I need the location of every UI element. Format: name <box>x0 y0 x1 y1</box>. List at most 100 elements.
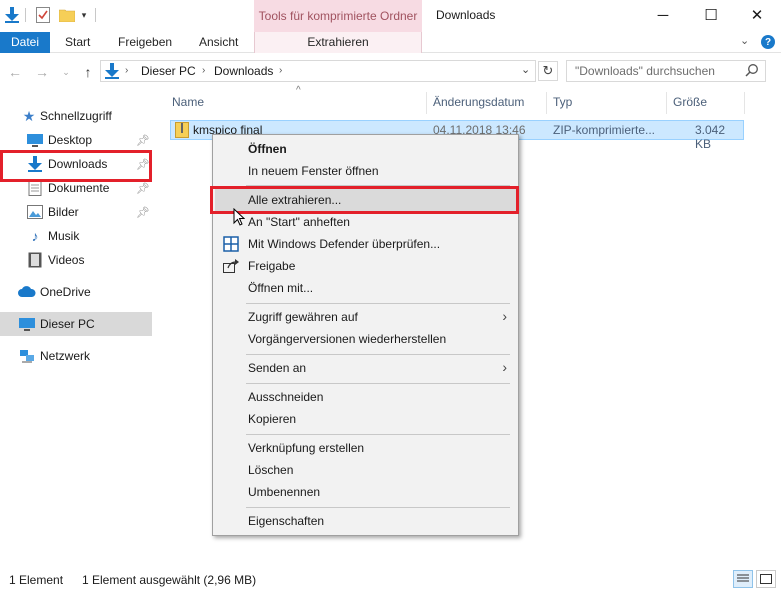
menu-item-grant-access[interactable]: Zugriff gewähren auf › <box>215 306 517 328</box>
chevron-right-icon: › <box>502 308 507 324</box>
forward-arrow-icon[interactable]: → <box>32 62 52 82</box>
star-icon: ★ <box>22 107 36 124</box>
desktop-icon <box>26 131 44 149</box>
status-selection: 1 Element ausgewählt (2,96 MB) <box>82 573 257 587</box>
tab-start[interactable]: Start <box>57 32 98 53</box>
sidebar-item-desktop[interactable]: Desktop 📌︎ <box>0 128 152 152</box>
column-separator[interactable] <box>426 92 427 114</box>
status-bar: 1 Element 1 Element ausgewählt (2,96 MB) <box>0 568 781 594</box>
properties-icon[interactable] <box>34 6 52 24</box>
search-input[interactable]: "Downloads" durchsuchen <box>566 60 766 82</box>
column-header-date[interactable]: Änderungsdatum <box>433 92 524 114</box>
minimize-button[interactable]: ─ <box>640 0 686 30</box>
tab-extrahieren[interactable]: Extrahieren <box>254 32 422 53</box>
menu-item-label: An "Start" anheften <box>248 215 350 229</box>
computer-icon <box>18 315 36 333</box>
details-view-icon[interactable] <box>733 570 753 588</box>
large-icons-view-icon[interactable] <box>756 570 776 588</box>
breadcrumb-dieser-pc[interactable]: Dieser PC <box>141 64 196 78</box>
download-arrow-icon[interactable] <box>4 6 20 24</box>
music-icon: ♪ <box>31 228 39 244</box>
title-bar: ▾ Tools für komprimierte Ordner Download… <box>0 0 781 32</box>
menu-item-pin-to-start[interactable]: An "Start" anheften <box>215 211 517 233</box>
cloud-icon <box>18 283 36 301</box>
pictures-icon <box>26 203 44 221</box>
breadcrumb-downloads[interactable]: Downloads <box>214 64 273 78</box>
file-size: 3.042 KB <box>695 123 726 151</box>
menu-item-cut[interactable]: Ausschneiden <box>215 386 517 408</box>
menu-item-label: Senden an <box>248 361 307 375</box>
sidebar-item-dieser-pc[interactable]: Dieser PC <box>0 312 152 336</box>
quick-access-dropdown-icon[interactable]: ▾ <box>79 6 89 24</box>
menu-item-copy[interactable]: Kopieren <box>215 408 517 430</box>
column-header-size[interactable]: Größe <box>673 92 707 114</box>
sidebar-item-onedrive[interactable]: OneDrive <box>0 280 152 304</box>
sidebar-item-label: Bilder <box>48 205 79 219</box>
menu-item-label: Löschen <box>248 463 294 477</box>
menu-item-send-to[interactable]: Senden an › <box>215 357 517 379</box>
chevron-right-icon: › <box>279 65 283 76</box>
column-header-type[interactable]: Typ <box>553 92 572 114</box>
up-arrow-icon[interactable]: ↑ <box>78 62 98 82</box>
divider <box>95 8 96 22</box>
column-header-name[interactable]: Name <box>172 92 204 114</box>
chevron-right-icon: › <box>125 65 129 76</box>
download-arrow-icon <box>105 63 119 82</box>
menu-item-label: Öffnen <box>248 142 287 156</box>
menu-item-label: Vorgängerversionen wiederherstellen <box>248 332 447 346</box>
sidebar-item-musik[interactable]: ♪ Musik <box>0 224 152 248</box>
sidebar-item-label: OneDrive <box>40 285 91 299</box>
menu-separator <box>246 434 510 435</box>
menu-item-share[interactable]: Freigabe <box>215 255 517 277</box>
column-separator[interactable] <box>546 92 547 114</box>
address-dropdown-icon[interactable]: ⌄ <box>521 63 530 76</box>
navigation-bar: ← → ⌄ ↑ › Dieser PC › Downloads › ⌄ ↻ "D… <box>0 60 781 84</box>
menu-item-open[interactable]: Öffnen <box>215 138 517 160</box>
sidebar-item-videos[interactable]: Videos <box>0 248 152 272</box>
sidebar-item-bilder[interactable]: Bilder 📌︎ <box>0 200 152 224</box>
menu-item-open-with[interactable]: Öffnen mit... <box>215 277 517 299</box>
close-button[interactable]: ✕ <box>734 0 780 30</box>
menu-item-label: Freigabe <box>248 259 296 273</box>
menu-item-label: Mit Windows Defender überprüfen... <box>248 237 441 251</box>
ribbon-expand-icon[interactable]: ⌄ <box>740 34 749 47</box>
sidebar-item-schnellzugriff[interactable]: ★ Schnellzugriff <box>0 104 152 128</box>
sidebar-item-netzwerk[interactable]: Netzwerk <box>0 344 152 368</box>
menu-item-defender-scan[interactable]: Mit Windows Defender überprüfen... <box>215 233 517 255</box>
help-icon[interactable]: ? <box>761 35 775 49</box>
column-separator[interactable] <box>666 92 667 114</box>
highlight-box-extract-all <box>210 186 519 214</box>
menu-item-open-new-window[interactable]: In neuem Fenster öffnen <box>215 160 517 182</box>
address-bar[interactable]: › Dieser PC › Downloads › ⌄ <box>100 60 536 82</box>
menu-separator <box>246 303 510 304</box>
tab-ansicht[interactable]: Ansicht <box>191 32 246 53</box>
new-folder-icon[interactable] <box>58 6 76 24</box>
vertical-scrollbar[interactable] <box>766 92 781 562</box>
menu-item-delete[interactable]: Löschen <box>215 459 517 481</box>
ribbon-tabs: Datei Start Freigeben Ansicht Extrahiere… <box>0 32 781 53</box>
sidebar-item-label: Schnellzugriff <box>40 109 112 123</box>
column-separator[interactable] <box>744 92 745 114</box>
highlight-box-downloads <box>0 150 152 182</box>
menu-item-restore-versions[interactable]: Vorgängerversionen wiederherstellen <box>215 328 517 350</box>
menu-item-create-shortcut[interactable]: Verknüpfung erstellen <box>215 437 517 459</box>
maximize-button[interactable]: ☐ <box>688 0 734 30</box>
pin-icon[interactable]: 📌︎ <box>136 182 150 195</box>
menu-separator <box>246 383 510 384</box>
menu-item-properties[interactable]: Eigenschaften <box>215 510 517 532</box>
search-icon[interactable] <box>745 63 759 80</box>
menu-separator <box>246 354 510 355</box>
context-tab-title: Tools für komprimierte Ordner <box>254 0 422 32</box>
recent-locations-icon[interactable]: ⌄ <box>56 62 76 82</box>
back-arrow-icon[interactable]: ← <box>5 62 25 82</box>
search-placeholder: "Downloads" durchsuchen <box>575 64 715 78</box>
pin-icon[interactable]: 📌︎ <box>136 134 150 147</box>
pin-icon[interactable]: 📌︎ <box>136 206 150 219</box>
status-item-count: 1 Element <box>9 573 64 587</box>
menu-item-label: Öffnen mit... <box>248 281 314 295</box>
tab-freigeben[interactable]: Freigeben <box>110 32 180 53</box>
tab-datei[interactable]: Datei <box>0 32 50 53</box>
menu-item-rename[interactable]: Umbenennen <box>215 481 517 503</box>
refresh-icon[interactable]: ↻ <box>538 61 558 81</box>
menu-item-label: Zugriff gewähren auf <box>248 310 358 324</box>
